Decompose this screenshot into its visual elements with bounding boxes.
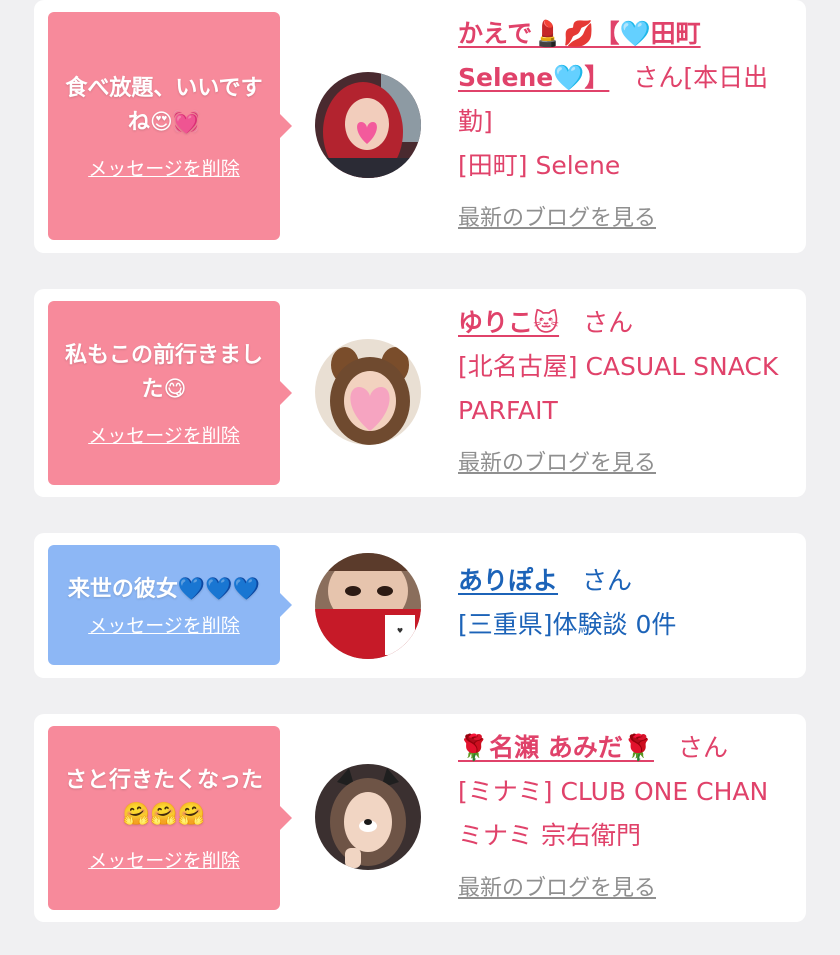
message-card: さと行きたくなった🤗🤗🤗 メッセージを削除 🌹名瀬 あみだ🌹 さん [ミナミ] C… bbox=[34, 714, 806, 922]
honorific-text: さん bbox=[582, 566, 633, 595]
message-card: 来世の彼女💙💙💙 メッセージを削除 ♥ ありぽよ さん [三重県]体験談 0件 bbox=[34, 533, 806, 678]
avatar-image bbox=[315, 72, 421, 178]
avatar[interactable]: ♥ bbox=[315, 553, 421, 659]
shop-text: [三重県]体験談 0件 bbox=[458, 610, 677, 639]
delete-message-link[interactable]: メッセージを削除 bbox=[88, 421, 240, 448]
profile-info: ゆりこ🐱 さん [北名古屋] CASUAL SNACK PARFAIT 最新のブロ… bbox=[458, 301, 792, 477]
avatar[interactable] bbox=[315, 72, 421, 178]
message-text: 食べ放題、いいですね😍💓 bbox=[65, 75, 263, 135]
profile-name-link[interactable]: ありぽよ bbox=[458, 566, 558, 595]
honorific-text: さん bbox=[677, 733, 728, 762]
message-card: 私もこの前行きました😋 メッセージを削除 ゆりこ🐱 さん [北名古屋] CASUA… bbox=[34, 289, 806, 497]
message-bubble: さと行きたくなった🤗🤗🤗 メッセージを削除 bbox=[48, 726, 292, 910]
delete-message-link[interactable]: メッセージを削除 bbox=[88, 611, 240, 638]
message-bubble: 来世の彼女💙💙💙 メッセージを削除 bbox=[48, 545, 292, 665]
profile-info: かえで💄💋【🩵田町Selene🩵】 さん[本日出勤] [田町] Selene 最新… bbox=[458, 12, 792, 232]
shop-text: [ミナミ] CLUB ONE CHAN ミナミ 宗右衛門 bbox=[458, 777, 769, 850]
profile-info: 🌹名瀬 あみだ🌹 さん [ミナミ] CLUB ONE CHAN ミナミ 宗右衛門 … bbox=[458, 726, 792, 902]
latest-blog-link[interactable]: 最新のブログを見る bbox=[458, 870, 656, 902]
message-text: 私もこの前行きました😋 bbox=[64, 342, 263, 402]
latest-blog-link[interactable]: 最新のブログを見る bbox=[458, 200, 656, 232]
avatar-image: ♥ bbox=[315, 553, 421, 659]
svg-text:♥: ♥ bbox=[397, 627, 403, 635]
message-bubble: 私もこの前行きました😋 メッセージを削除 bbox=[48, 301, 292, 485]
avatar-image bbox=[315, 764, 421, 870]
message-card: 食べ放題、いいですね😍💓 メッセージを削除 かえで💄💋【🩵田町Selene🩵】さ… bbox=[34, 0, 806, 253]
message-text: 来世の彼女💙💙💙 bbox=[67, 576, 261, 602]
shop-text: [北名古屋] CASUAL SNACK PARFAIT bbox=[458, 352, 779, 425]
profile-name-link[interactable]: ゆりこ🐱 bbox=[458, 308, 559, 337]
avatar[interactable] bbox=[315, 764, 421, 870]
message-text: さと行きたくなった🤗🤗🤗 bbox=[64, 767, 263, 827]
profile-name-link[interactable]: 🌹名瀬 あみだ🌹 bbox=[458, 733, 654, 762]
message-list: 食べ放題、いいですね😍💓 メッセージを削除 かえで💄💋【🩵田町Selene🩵】さ… bbox=[0, 0, 840, 955]
delete-message-link[interactable]: メッセージを削除 bbox=[88, 154, 240, 181]
delete-message-link[interactable]: メッセージを削除 bbox=[88, 846, 240, 873]
message-bubble: 食べ放題、いいですね😍💓 メッセージを削除 bbox=[48, 12, 292, 240]
avatar[interactable] bbox=[315, 339, 421, 445]
latest-blog-link[interactable]: 最新のブログを見る bbox=[458, 445, 656, 477]
shop-text: [田町] Selene bbox=[458, 151, 621, 180]
profile-info: ありぽよ さん [三重県]体験談 0件 bbox=[458, 559, 792, 647]
avatar-image bbox=[315, 339, 421, 445]
honorific-text: さん bbox=[583, 308, 634, 337]
